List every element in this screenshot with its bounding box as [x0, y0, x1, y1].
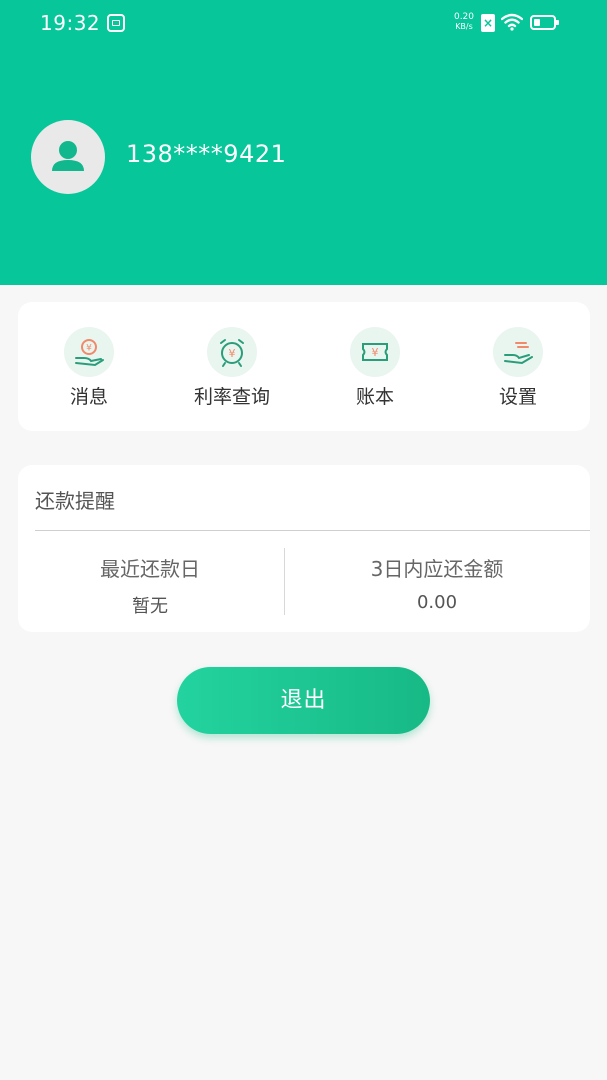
- network-speed-value: 0.20: [453, 12, 475, 22]
- user-phone: 138****9421: [126, 140, 287, 168]
- hand-lines-icon: [493, 327, 543, 377]
- recent-due-date-label: 最近还款日: [100, 557, 200, 581]
- menu-label-ledger: 账本: [355, 386, 394, 408]
- person-icon: [52, 141, 84, 171]
- battery-level: [534, 19, 540, 26]
- divider: [35, 530, 590, 531]
- battery-icon: [530, 15, 559, 30]
- profile-header: 19:32 0.20 KB/s × 138****9421: [0, 0, 607, 285]
- menu-item-settings[interactable]: 设置: [463, 327, 573, 409]
- avatar[interactable]: [31, 120, 105, 194]
- three-day-amount-label: 3日内应还金额: [370, 557, 504, 581]
- app-notification-icon: [107, 14, 125, 32]
- menu-item-rate-query[interactable]: ¥ 利率查询: [177, 327, 287, 409]
- svg-text:¥: ¥: [229, 347, 236, 360]
- hand-moneybag-icon: ¥: [64, 327, 114, 377]
- repayment-reminder-card: 还款提醒 最近还款日 暂无 3日内应还金额 0.00: [18, 465, 590, 632]
- three-day-amount-block: 3日内应还金额 0.00: [312, 553, 562, 613]
- quick-menu-card: ¥ 消息 ¥ 利率查询 ¥ 账本 设置: [18, 302, 590, 431]
- svg-text:¥: ¥: [372, 346, 379, 359]
- status-time: 19:32: [40, 11, 101, 35]
- ticket-yuan-icon: ¥: [350, 327, 400, 377]
- logout-button[interactable]: 退出: [177, 667, 430, 734]
- svg-text:¥: ¥: [86, 344, 92, 354]
- recent-due-date-value: 暂无: [132, 596, 168, 617]
- menu-label-rate-query: 利率查询: [193, 386, 270, 408]
- menu-label-settings: 设置: [498, 386, 537, 408]
- wifi-icon: [501, 13, 523, 31]
- column-divider: [284, 548, 285, 615]
- sim-disabled-icon: ×: [481, 14, 495, 32]
- status-bar: 19:32 0.20 KB/s ×: [0, 0, 607, 46]
- network-speed-unit: KB/s: [455, 22, 473, 31]
- menu-label-messages: 消息: [69, 386, 108, 408]
- three-day-amount-value: 0.00: [416, 592, 458, 613]
- reminder-title: 还款提醒: [35, 489, 115, 513]
- alarm-clock-yuan-icon: ¥: [207, 327, 257, 377]
- menu-item-messages[interactable]: ¥ 消息: [34, 327, 144, 409]
- menu-item-ledger[interactable]: ¥ 账本: [320, 327, 430, 409]
- network-speed: 0.20 KB/s: [452, 12, 476, 32]
- recent-due-date-block: 最近还款日 暂无: [25, 553, 275, 618]
